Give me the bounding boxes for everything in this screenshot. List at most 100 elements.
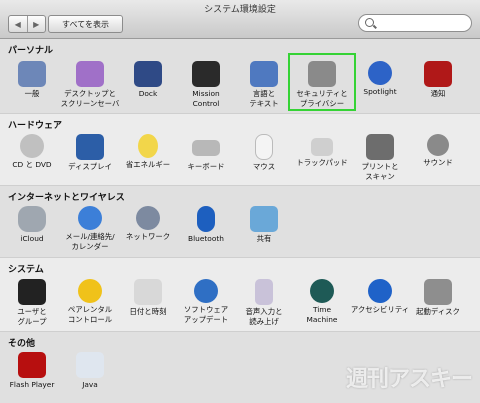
- pref-label: Java: [82, 380, 98, 389]
- pref-general[interactable]: 一般: [0, 61, 64, 99]
- pref-label: ユーザと グループ: [17, 307, 47, 326]
- flash-player-icon: [18, 352, 46, 378]
- display-icon: [76, 134, 104, 160]
- section-title: ハードウェア: [8, 121, 63, 131]
- search-field[interactable]: [358, 14, 472, 32]
- sharing-icon: [250, 206, 278, 232]
- titlebar: システム環境設定 ◀ ▶ すべてを表示: [0, 0, 480, 39]
- pref-startup-disk[interactable]: 起動ディスク: [406, 279, 470, 317]
- parental-controls-icon: [78, 279, 102, 303]
- pref-java[interactable]: Java: [58, 352, 122, 390]
- pref-label: アクセシビリティ: [350, 305, 410, 314]
- pref-label: Spotlight: [363, 87, 397, 96]
- pref-label: Bluetooth: [188, 234, 224, 243]
- notifications-icon: [424, 61, 452, 87]
- pref-time-machine[interactable]: Time Machine: [290, 279, 354, 325]
- icloud-icon: [18, 206, 46, 232]
- pref-sound[interactable]: サウンド: [406, 134, 470, 168]
- pref-label: 言語と テキスト: [249, 89, 279, 108]
- pref-dictation-speech[interactable]: 音声入力と 読み上げ: [232, 279, 296, 327]
- pref-bluetooth[interactable]: Bluetooth: [174, 206, 238, 244]
- pref-mission-control[interactable]: Mission Control: [174, 61, 238, 109]
- spotlight-icon: [368, 61, 392, 85]
- pref-label: 音声入力と 読み上げ: [245, 307, 283, 326]
- keyboard-icon: [192, 140, 220, 156]
- pref-label: ペアレンタル コントロール: [67, 305, 113, 324]
- software-update-icon: [194, 279, 218, 303]
- pref-cd-dvd[interactable]: CD と DVD: [0, 134, 64, 170]
- pref-mail-contacts-calendar[interactable]: メール/連絡先/ カレンダー: [58, 206, 122, 252]
- pref-label: Mission Control: [192, 89, 220, 108]
- pref-label: デスクトップと スクリーンセーバ: [60, 89, 120, 108]
- mail-contacts-calendar-icon: [78, 206, 102, 230]
- pref-energy-saver[interactable]: 省エネルギー: [116, 134, 180, 170]
- mouse-icon: [255, 134, 273, 160]
- section-title: システム: [8, 265, 44, 275]
- general-icon: [18, 61, 46, 87]
- search-icon: [365, 18, 374, 27]
- watermark: 週刊アスキー: [345, 367, 473, 392]
- pref-label: キーボード: [187, 162, 225, 171]
- print-scan-icon: [366, 134, 394, 160]
- dock-icon: [134, 61, 162, 87]
- sound-icon: [427, 134, 449, 156]
- pref-label: サウンド: [423, 158, 453, 167]
- pref-label: Flash Player: [9, 380, 55, 389]
- pref-label: 共有: [256, 234, 272, 243]
- pref-label: マウス: [252, 162, 276, 171]
- pref-trackpad[interactable]: トラックパッド: [290, 134, 354, 168]
- pref-sharing[interactable]: 共有: [232, 206, 296, 244]
- pref-label: ネットワーク: [125, 232, 171, 241]
- pref-dock[interactable]: Dock: [116, 61, 180, 99]
- pref-parental-controls[interactable]: ペアレンタル コントロール: [58, 279, 122, 325]
- pref-label: ディスプレイ: [68, 162, 112, 171]
- pref-software-update[interactable]: ソフトウェア アップデート: [174, 279, 238, 325]
- bluetooth-icon: [197, 206, 215, 232]
- pref-print-scan[interactable]: プリントと スキャン: [348, 134, 412, 182]
- pref-label: Dock: [138, 89, 158, 98]
- nav-buttons: ◀ ▶: [8, 15, 46, 33]
- java-icon: [76, 352, 104, 378]
- section-title: パーソナル: [8, 46, 54, 56]
- cd-dvd-icon: [20, 134, 44, 158]
- time-machine-icon: [310, 279, 334, 303]
- pref-icloud[interactable]: iCloud: [0, 206, 64, 244]
- accessibility-icon: [368, 279, 392, 303]
- network-icon: [136, 206, 160, 230]
- pref-label: Time Machine: [306, 305, 338, 324]
- pref-language-text[interactable]: 言語と テキスト: [232, 61, 296, 109]
- section-system: システム ユーザと グループ ペアレンタル コントロール 日付と時刻 ソフトウェ…: [0, 258, 480, 332]
- pref-flash-player[interactable]: Flash Player: [0, 352, 64, 390]
- pref-label: 省エネルギー: [125, 160, 171, 169]
- pref-date-time[interactable]: 日付と時刻: [116, 279, 180, 317]
- pref-label: 通知: [430, 89, 446, 98]
- pref-label: メール/連絡先/ カレンダー: [65, 232, 115, 251]
- startup-disk-icon: [424, 279, 452, 305]
- energy-saver-icon: [138, 134, 158, 158]
- pref-label: 日付と時刻: [129, 307, 167, 316]
- pref-desktop-screensaver[interactable]: デスクトップと スクリーンセーバ: [58, 61, 122, 109]
- forward-button[interactable]: ▶: [26, 16, 46, 32]
- security-highlight-box: [288, 53, 356, 111]
- pref-mouse[interactable]: マウス: [232, 134, 296, 172]
- pref-spotlight[interactable]: Spotlight: [348, 61, 412, 97]
- back-button[interactable]: ◀: [9, 16, 27, 32]
- pref-keyboard[interactable]: キーボード: [174, 134, 238, 172]
- users-groups-icon: [18, 279, 46, 305]
- pref-network[interactable]: ネットワーク: [116, 206, 180, 242]
- pref-label: 起動ディスク: [416, 307, 460, 316]
- section-internet-wireless: インターネットとワイヤレス iCloud メール/連絡先/ カレンダー ネットワ…: [0, 186, 480, 258]
- pref-label: CD と DVD: [12, 160, 52, 169]
- pref-users-groups[interactable]: ユーザと グループ: [0, 279, 64, 327]
- pref-notifications[interactable]: 通知: [406, 61, 470, 99]
- section-hardware: ハードウェア CD と DVD ディスプレイ 省エネルギー キーボード マウス …: [0, 114, 480, 186]
- desktop-screensaver-icon: [76, 61, 104, 87]
- pref-label: プリントと スキャン: [361, 162, 399, 181]
- section-personal: パーソナル 一般 デスクトップと スクリーンセーバ Dock Mission C…: [0, 39, 480, 114]
- mission-control-icon: [192, 61, 220, 87]
- pref-display[interactable]: ディスプレイ: [58, 134, 122, 172]
- dictation-speech-icon: [255, 279, 273, 305]
- date-time-icon: [134, 279, 162, 305]
- pref-accessibility[interactable]: アクセシビリティ: [348, 279, 412, 315]
- show-all-button[interactable]: すべてを表示: [48, 15, 123, 33]
